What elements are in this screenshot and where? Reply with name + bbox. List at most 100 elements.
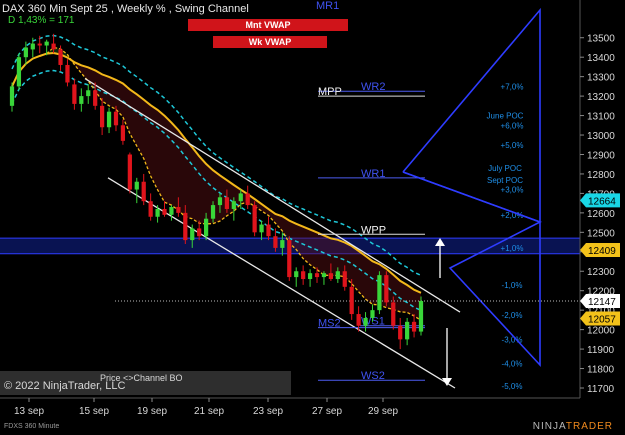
candle-body-22	[162, 208, 167, 215]
price-chart[interactable]: MR1WR2MPPWR1WPPWS1MS2WS2+7,0%+6,0%+5,0%+…	[0, 0, 625, 435]
price-marker-label-1: 12409	[588, 246, 616, 257]
x-tick-label-5: 27 sep	[312, 406, 342, 417]
candle-body-33	[238, 193, 243, 202]
level-label-wr2: WR2	[361, 81, 385, 93]
candle-body-11	[86, 90, 91, 97]
candle-body-17	[127, 154, 132, 190]
daily-range-label: D 1,43% = 171	[8, 15, 75, 26]
level-label-wr1: WR1	[361, 168, 385, 180]
ninjatrader-logo: NINJATRADER	[532, 421, 613, 432]
poc-label-2: Sept POC	[487, 176, 523, 185]
y-tick-label-9: 12600	[587, 209, 615, 220]
poc-label-1: July POC	[488, 164, 522, 173]
percent-label-10: -5,0%	[502, 382, 523, 391]
percent-label-7: -2,0%	[502, 311, 523, 320]
y-tick-label-3: 12000	[587, 326, 615, 337]
chart-footer: FDXS 360 Minute NINJATRADER	[0, 421, 625, 435]
y-tick-label-16: 13300	[587, 73, 615, 84]
candle-body-31	[224, 197, 230, 209]
candle-body-59	[418, 301, 424, 332]
candle-body-30	[217, 197, 223, 206]
candle-body-6	[51, 43, 56, 50]
candle-body-3	[30, 43, 35, 50]
y-tick-label-11: 12800	[587, 170, 615, 181]
candle-body-15	[113, 111, 119, 126]
percent-label-0: +7,0%	[501, 82, 524, 91]
candle-body-36	[259, 224, 264, 233]
copyright-panel: Price <>Channel BO © 2022 NinjaTrader, L…	[0, 371, 291, 395]
candle-body-38	[273, 236, 278, 248]
copyright-text: © 2022 NinjaTrader, LLC	[4, 380, 126, 392]
candle-body-23	[169, 207, 174, 215]
percent-label-9: -4,0%	[502, 360, 523, 369]
level-label-wpp: WPP	[361, 224, 386, 236]
level-label-ws2: WS2	[361, 370, 385, 382]
candle-body-50	[356, 314, 361, 326]
candle-body-40	[287, 240, 292, 278]
candle-body-4	[37, 43, 42, 46]
level-label-ms2: MS2	[318, 318, 341, 330]
percent-label-1: +6,0%	[501, 121, 524, 130]
candle-body-44	[314, 273, 320, 278]
percent-label-6: -1,0%	[502, 281, 523, 290]
percent-label-5: +1,0%	[501, 244, 524, 253]
candle-body-29	[210, 205, 216, 219]
candle-body-46	[328, 273, 333, 280]
candle-body-34	[245, 193, 250, 206]
price-marker-label-2: 12147	[588, 297, 616, 308]
y-tick-label-12: 12900	[587, 150, 615, 161]
candle-body-37	[266, 224, 271, 237]
candle-body-25	[183, 212, 188, 241]
x-tick-label-2: 19 sep	[137, 406, 167, 417]
level-label-mpp: MPP	[318, 86, 342, 98]
candle-body-45	[321, 273, 327, 278]
candle-body-54	[384, 275, 389, 303]
candle-body-13	[100, 105, 105, 128]
poc-label-0: June POC	[487, 112, 524, 121]
candle-body-12	[93, 90, 98, 106]
candle-body-8	[65, 64, 70, 83]
candle-body-5	[44, 41, 49, 46]
candle-body-35	[252, 205, 257, 233]
weekly-vwap-button[interactable]: Wk VWAP	[213, 36, 327, 48]
y-tick-label-15: 13200	[587, 92, 615, 103]
candle-body-16	[120, 125, 126, 141]
candle-body-9	[72, 84, 77, 104]
candle-body-7	[58, 49, 63, 65]
candle-body-53	[377, 275, 382, 311]
y-tick-label-2: 11900	[587, 345, 615, 356]
candle-body-52	[370, 310, 375, 318]
y-tick-label-18: 13500	[587, 34, 615, 45]
instrument-label: FDXS 360 Minute	[4, 423, 60, 430]
candle-body-58	[411, 321, 417, 332]
percent-label-3: +3,0%	[501, 186, 524, 195]
candle-body-47	[335, 271, 340, 280]
x-tick-label-1: 15 sep	[79, 406, 109, 417]
candle-body-2	[23, 47, 28, 58]
price-marker-label-3: 12057	[588, 315, 616, 326]
candle-body-43	[307, 273, 313, 280]
candle-body-49	[349, 286, 354, 315]
candle-body-27	[197, 228, 202, 237]
candle-body-56	[398, 325, 403, 340]
y-tick-label-14: 13100	[587, 112, 615, 123]
y-tick-label-17: 13400	[587, 53, 615, 64]
candle-body-51	[363, 317, 368, 326]
chart-background	[0, 0, 625, 435]
x-tick-label-0: 13 sep	[14, 406, 44, 417]
candle-body-39	[280, 240, 285, 248]
candle-body-19	[141, 181, 146, 202]
y-tick-label-13: 13000	[587, 131, 615, 142]
y-tick-label-6: 12300	[587, 267, 615, 278]
candle-body-0	[9, 86, 15, 106]
candle-body-21	[155, 208, 160, 217]
candle-body-41	[294, 271, 299, 278]
chart-title: DAX 360 Min Sept 25 , Weekly % , Swing C…	[2, 3, 249, 15]
monthly-vwap-button[interactable]: Mnt VWAP	[188, 19, 348, 31]
x-tick-label-3: 21 sep	[194, 406, 224, 417]
x-tick-label-6: 29 sep	[368, 406, 398, 417]
candle-body-57	[405, 321, 410, 340]
candle-body-32	[231, 201, 236, 209]
candle-body-26	[190, 228, 195, 241]
candle-body-24	[176, 207, 181, 213]
